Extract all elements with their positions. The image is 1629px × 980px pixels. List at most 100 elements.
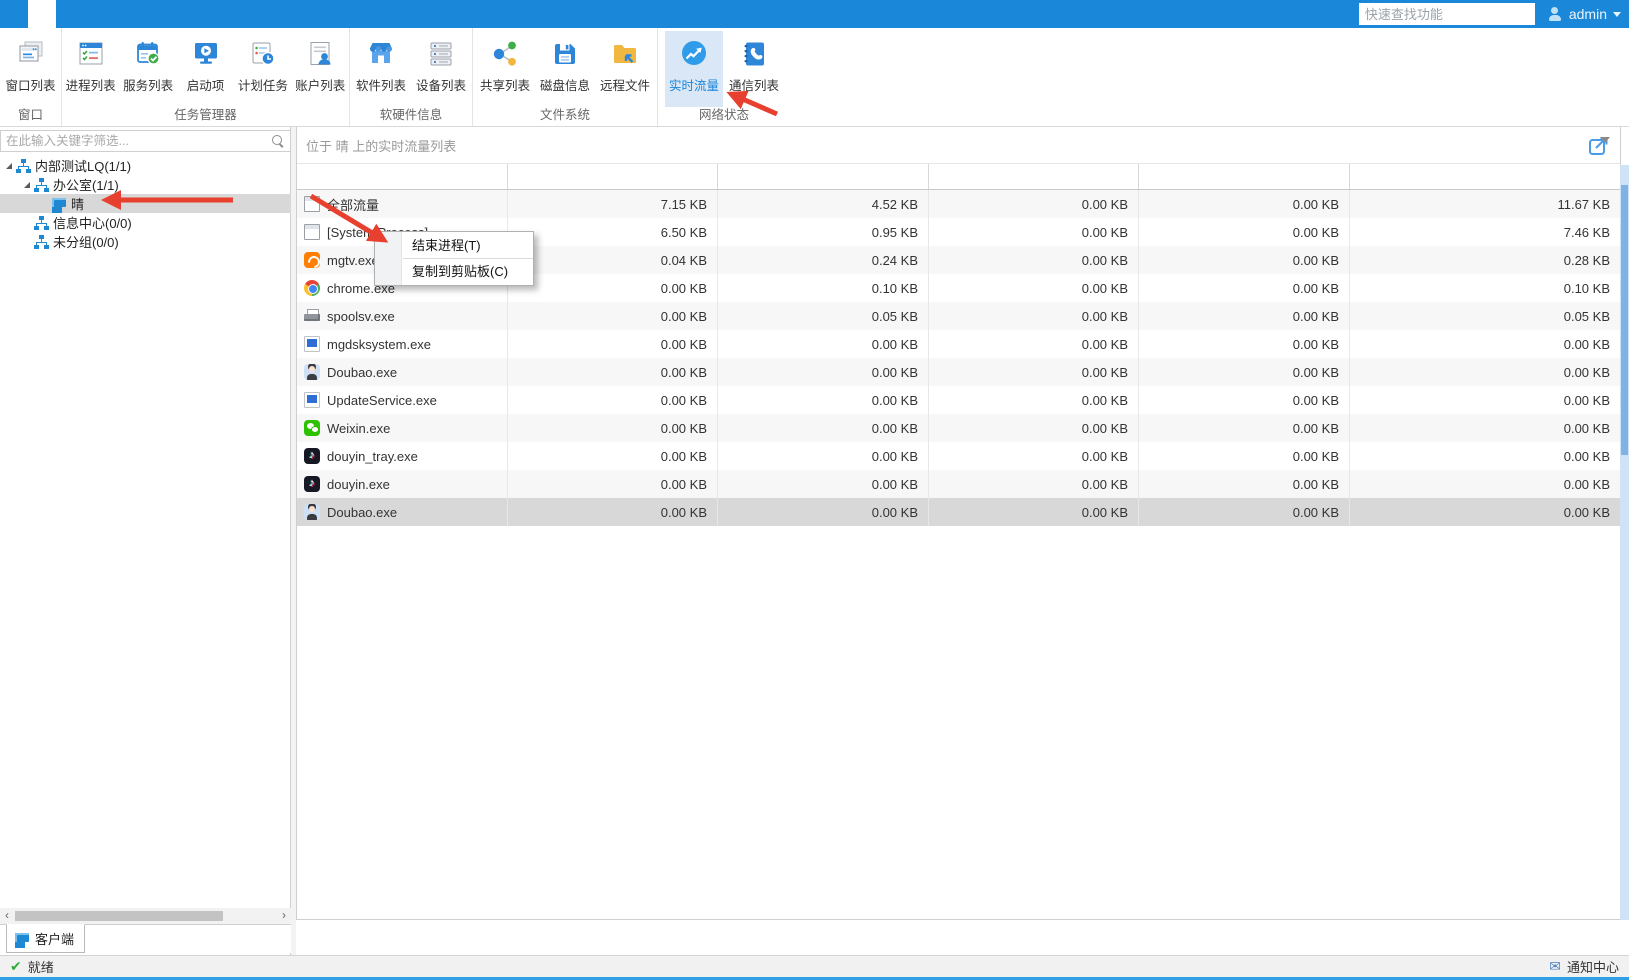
disk-info-button[interactable]: 磁盘信息 — [536, 31, 594, 107]
menu-tab[interactable] — [196, 0, 224, 28]
device-tree: 内部测试LQ(1/1) 办公室(1/1) 晴 信息中心(0/0) 未分组 — [0, 156, 291, 251]
search-icon[interactable] — [272, 135, 284, 147]
remote-files-button[interactable]: 远程文件 — [596, 31, 654, 107]
table-vertical-scrollbar[interactable] — [1620, 165, 1629, 920]
process-name-cell: douyin.exe — [297, 470, 508, 498]
notification-center[interactable]: ✉ 通知中心 — [1549, 957, 1619, 976]
status-left: ✔ 就绪 — [10, 957, 54, 976]
tree-item[interactable]: 晴 — [0, 194, 291, 213]
tree-node-label: 办公室(1/1) — [53, 175, 119, 194]
udp-out-cell: 0.00 KB — [1139, 414, 1350, 442]
scroll-right-icon[interactable]: › — [277, 908, 291, 924]
tcp-out-cell: 0.00 KB — [718, 358, 929, 386]
process-icon — [304, 196, 320, 212]
window-list-button[interactable]: 窗口列表 — [2, 31, 60, 107]
process-name: UpdateService.exe — [327, 393, 437, 408]
scheduled-tasks-button[interactable]: 计划任务 — [235, 31, 290, 107]
tcp-out-cell: 4.52 KB — [718, 190, 929, 218]
menu-tab[interactable] — [0, 0, 28, 28]
computer-icon — [15, 932, 30, 946]
menu-tab[interactable] — [224, 0, 252, 28]
menu-tab[interactable] — [112, 0, 140, 28]
menu-tab[interactable] — [28, 0, 56, 28]
software-list-button[interactable]: 软件列表 — [352, 31, 410, 107]
process-name: spoolsv.exe — [327, 309, 395, 324]
service-list-icon — [133, 39, 163, 69]
tree-item[interactable]: 信息中心(0/0) — [0, 213, 291, 232]
column-header[interactable] — [718, 164, 929, 189]
table-row[interactable]: Weixin.exe 0.00 KB 0.00 KB 0.00 KB 0.00 … — [297, 414, 1620, 442]
process-name-cell: Doubao.exe — [297, 358, 508, 386]
menu-tab[interactable] — [252, 0, 280, 28]
status-bar: ✔ 就绪 ✉ 通知中心 — [0, 955, 1629, 977]
menu-tab[interactable] — [308, 0, 336, 28]
process-name-cell: mgdsksystem.exe — [297, 330, 508, 358]
scroll-left-icon[interactable]: ‹ — [0, 908, 14, 924]
column-filter-caret-icon[interactable] — [1600, 137, 1610, 143]
process-icon — [304, 476, 320, 492]
end-process-menu-item[interactable]: 结束进程(T) — [375, 233, 533, 258]
realtime-traffic-icon — [679, 39, 709, 69]
ribbon-group-label: 窗口 — [0, 104, 61, 123]
process-name-cell: Weixin.exe — [297, 414, 508, 442]
expand-icon[interactable] — [6, 163, 12, 169]
tree-node-icon — [34, 216, 49, 230]
tree-item[interactable]: 内部测试LQ(1/1) — [0, 156, 291, 175]
user-menu[interactable]: admin — [1547, 6, 1621, 22]
scrollbar-thumb[interactable] — [1621, 185, 1628, 455]
quick-search-input[interactable] — [1359, 3, 1535, 25]
tcp-out-cell: 0.00 KB — [718, 386, 929, 414]
table-row[interactable]: spoolsv.exe 0.00 KB 0.05 KB 0.00 KB 0.00… — [297, 302, 1620, 330]
menu-tab[interactable] — [168, 0, 196, 28]
account-list-button[interactable]: 账户列表 — [293, 31, 348, 107]
process-icon — [304, 336, 320, 352]
realtime-traffic-button[interactable]: 实时流量 — [665, 31, 723, 107]
process-icon — [304, 364, 320, 380]
udp-out-cell: 0.00 KB — [1139, 498, 1350, 526]
udp-in-cell: 0.00 KB — [929, 246, 1139, 274]
device-list-button[interactable]: 设备列表 — [412, 31, 470, 107]
process-icon — [304, 280, 320, 296]
scrollbar-thumb[interactable] — [15, 911, 223, 921]
column-header[interactable] — [929, 164, 1139, 189]
process-icon — [304, 392, 320, 408]
column-header[interactable] — [508, 164, 718, 189]
menu-tab[interactable] — [140, 0, 168, 28]
startup-items-button[interactable]: 启动项 — [178, 31, 233, 107]
table-row[interactable]: UpdateService.exe 0.00 KB 0.00 KB 0.00 K… — [297, 386, 1620, 414]
client-tab[interactable]: 客户端 — [6, 924, 85, 953]
menu-tab[interactable] — [280, 0, 308, 28]
share-list-button[interactable]: 共享列表 — [476, 31, 534, 107]
context-menu: 结束进程(T) 复制到剪贴板(C) — [374, 231, 534, 286]
menu-tab[interactable] — [84, 0, 112, 28]
device-tree-sidebar: 内部测试LQ(1/1) 办公室(1/1) 晴 信息中心(0/0) 未分组 — [0, 127, 291, 955]
ribbon-group-label: 网络状态 — [658, 104, 790, 123]
table-row[interactable]: 全部流量 7.15 KB 4.52 KB 0.00 KB 0.00 KB 11.… — [297, 190, 1620, 218]
tree-filter-input[interactable] — [0, 130, 291, 152]
table-row[interactable]: mgdsksystem.exe 0.00 KB 0.00 KB 0.00 KB … — [297, 330, 1620, 358]
udp-out-cell: 0.00 KB — [1139, 442, 1350, 470]
tree-item[interactable]: 办公室(1/1) — [0, 175, 291, 194]
table-row[interactable]: Doubao.exe 0.00 KB 0.00 KB 0.00 KB 0.00 … — [297, 498, 1620, 526]
sidebar-horizontal-scrollbar[interactable]: ‹ › — [0, 908, 291, 924]
tree-node-icon — [16, 159, 31, 173]
copy-to-clipboard-menu-item[interactable]: 复制到剪贴板(C) — [375, 259, 533, 284]
expand-icon[interactable] — [24, 182, 30, 188]
menu-tab[interactable] — [56, 0, 84, 28]
udp-out-cell: 0.00 KB — [1139, 190, 1350, 218]
column-header[interactable] — [297, 164, 508, 189]
column-header[interactable] — [1350, 164, 1620, 189]
scheduled-tasks-icon — [248, 39, 278, 69]
table-header — [297, 164, 1620, 190]
table-row[interactable]: Doubao.exe 0.00 KB 0.00 KB 0.00 KB 0.00 … — [297, 358, 1620, 386]
tree-node-label: 未分组(0/0) — [53, 232, 119, 251]
column-header[interactable] — [1139, 164, 1350, 189]
table-row[interactable]: douyin.exe 0.00 KB 0.00 KB 0.00 KB 0.00 … — [297, 470, 1620, 498]
process-list-button[interactable]: 进程列表 — [63, 31, 118, 107]
table-row[interactable]: douyin_tray.exe 0.00 KB 0.00 KB 0.00 KB … — [297, 442, 1620, 470]
process-name-cell: Doubao.exe — [297, 498, 508, 526]
communication-list-button[interactable]: 通信列表 — [725, 31, 783, 107]
tree-item[interactable]: 未分组(0/0) — [0, 232, 291, 251]
process-name: douyin_tray.exe — [327, 449, 418, 464]
service-list-button[interactable]: 服务列表 — [120, 31, 175, 107]
